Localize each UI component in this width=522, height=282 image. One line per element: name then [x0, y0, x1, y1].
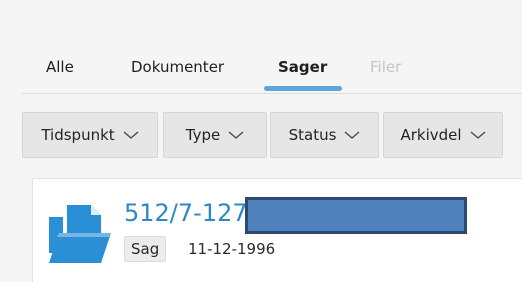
type-badge: Sag — [124, 236, 167, 262]
case-number-link[interactable]: 512/7-127 — [124, 198, 248, 228]
redacted-block — [245, 197, 467, 234]
filter-status[interactable]: Status — [270, 112, 379, 158]
chevron-down-icon — [470, 131, 485, 139]
filter-bar: Tidspunkt Type Status Arkivdel — [0, 112, 522, 158]
filter-tidspunkt[interactable]: Tidspunkt — [22, 112, 158, 158]
chevron-down-icon — [344, 131, 360, 139]
filter-label: Status — [288, 126, 337, 144]
active-tab-indicator — [264, 86, 342, 91]
result-card[interactable]: 512/7-127 Sag 11-12-1996 — [32, 178, 522, 282]
tab-divider — [22, 93, 522, 94]
filter-type[interactable]: Type — [163, 112, 267, 158]
folder-icon — [49, 205, 111, 263]
tab-alle[interactable]: Alle — [46, 58, 74, 76]
tab-filer: Filer — [370, 58, 402, 76]
tab-dokumenter[interactable]: Dokumenter — [131, 58, 224, 76]
tab-sager[interactable]: Sager — [278, 58, 327, 76]
result-date: 11-12-1996 — [188, 240, 276, 258]
chevron-down-icon — [228, 131, 244, 139]
filter-label: Type — [185, 126, 221, 144]
tab-bar: Alle Dokumenter Sager Filer — [0, 0, 522, 96]
filter-label: Arkivdel — [400, 126, 462, 144]
filter-arkivdel[interactable]: Arkivdel — [383, 112, 503, 158]
filter-label: Tidspunkt — [41, 126, 115, 144]
chevron-down-icon — [123, 131, 139, 139]
